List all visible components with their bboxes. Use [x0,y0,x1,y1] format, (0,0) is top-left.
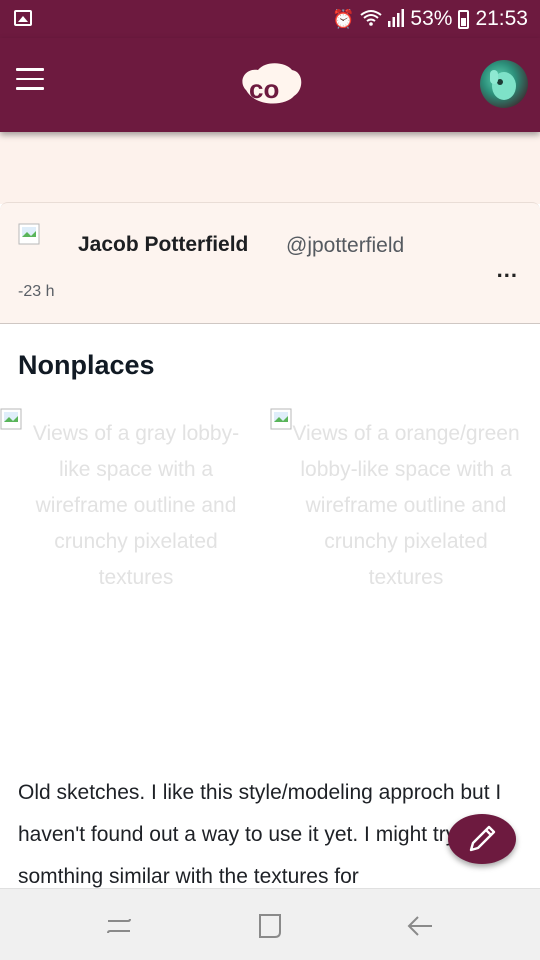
display-name[interactable]: Jacob Potterfield [78,233,248,257]
system-nav-bar [0,888,540,960]
alarm-icon: ⏰ [331,9,355,29]
battery-icon [458,9,470,29]
more-options-icon[interactable]: ... [497,257,518,283]
compose-button[interactable] [448,814,516,864]
hamburger-menu-icon[interactable] [16,68,44,90]
app-bar: co [0,38,540,132]
post-time[interactable]: -23 h [18,283,54,301]
status-bar: ⏰ 53% 21:53 [0,0,540,38]
pencil-icon [469,825,496,852]
image-alt-text: Views of a gray lobby-like space with a … [32,422,240,589]
svg-text:co: co [249,74,279,104]
cohost-logo[interactable]: co [236,60,304,108]
post-image-1[interactable]: Views of a gray lobby-like space with a … [0,408,270,608]
gallery-icon [14,10,32,26]
feed-background-band [0,132,540,204]
back-icon[interactable] [406,911,436,941]
post-header: Jacob Potterfield @jpotterfield ... -23 … [0,202,540,324]
avatar[interactable] [480,60,528,108]
home-icon[interactable] [255,911,285,941]
user-handle[interactable]: @jpotterfield [286,234,404,258]
post-image-2[interactable]: Views of a orange/green lobby-like space… [270,408,540,608]
post-title: Nonplaces [18,350,155,380]
wifi-icon [360,9,383,30]
signal-icon [388,8,405,30]
clock: 21:53 [475,7,528,30]
broken-image-icon[interactable] [18,223,42,247]
battery-percent: 53% [410,7,453,30]
image-alt-text: Views of a orange/green lobby-like space… [292,422,520,589]
status-bar-right: ⏰ 53% 21:53 [332,6,528,32]
recents-icon[interactable] [104,911,134,941]
